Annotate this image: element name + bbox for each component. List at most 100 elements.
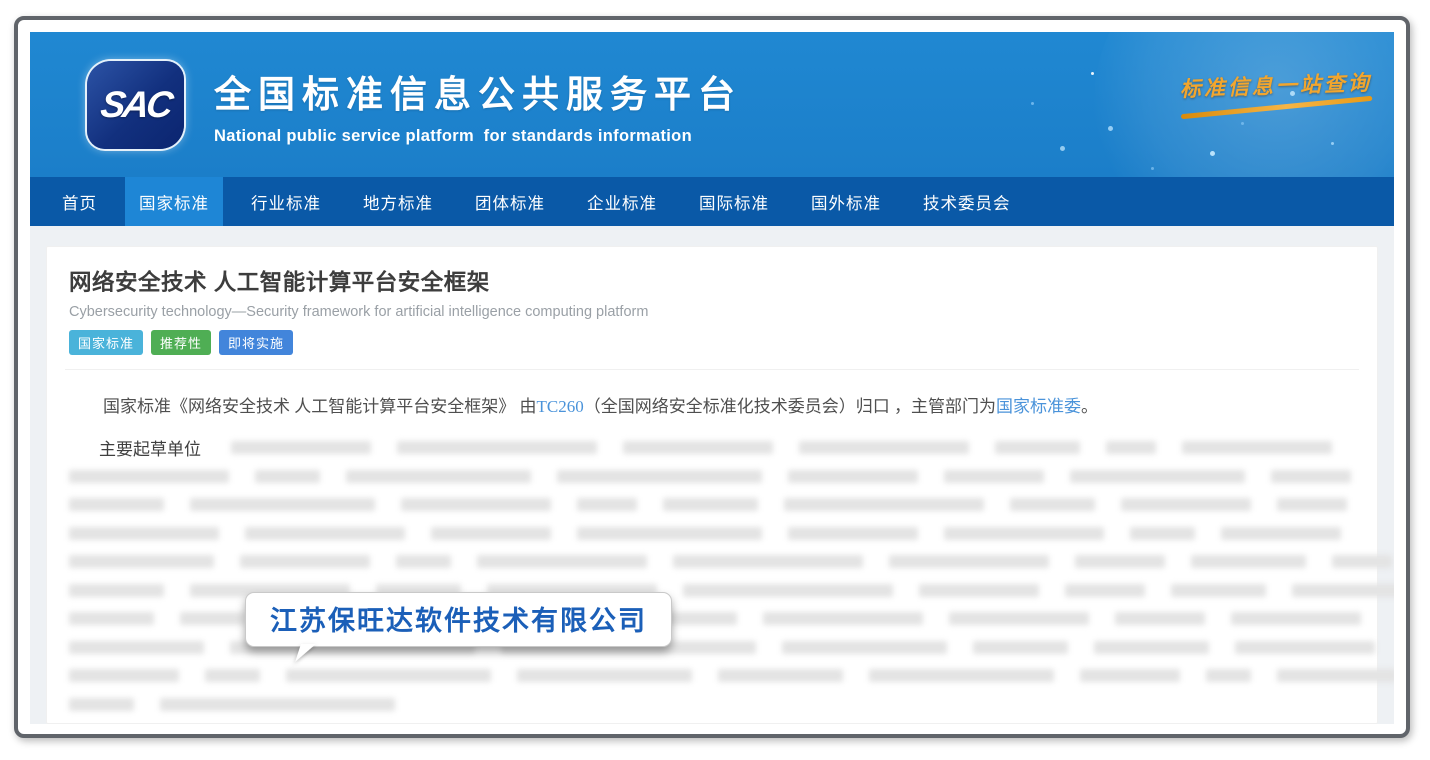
redacted-text-block <box>69 641 204 654</box>
page-background: 网络安全技术 人工智能计算平台安全框架 Cybersecurity techno… <box>30 226 1394 724</box>
redacted-text-block <box>788 527 918 540</box>
redacted-text-block <box>69 669 179 682</box>
nav-item-国际标准[interactable]: 国际标准 <box>685 177 783 226</box>
drafters-row <box>69 462 1355 491</box>
drafters-row <box>69 690 1355 719</box>
redacted-text-block <box>869 669 1054 682</box>
badges: 国家标准推荐性即将实施 <box>69 330 1355 355</box>
redacted-text-block <box>190 498 375 511</box>
redacted-text-block <box>1130 527 1195 540</box>
redacted-text-block <box>949 612 1089 625</box>
redacted-text-block <box>240 555 370 568</box>
redacted-text-block <box>623 441 773 454</box>
redacted-text-block <box>69 527 219 540</box>
redacted-text-block <box>286 669 491 682</box>
redacted-text-block <box>718 669 843 682</box>
nav-item-国家标准[interactable]: 国家标准 <box>125 177 223 226</box>
divider <box>65 369 1359 370</box>
redacted-text-block <box>1171 584 1266 597</box>
redacted-text-block <box>69 698 134 711</box>
redacted-text-block <box>1206 669 1251 682</box>
redacted-text-block <box>1271 470 1351 483</box>
redacted-text-block <box>799 441 969 454</box>
redacted-text-block <box>788 470 918 483</box>
redacted-text-block <box>1277 669 1394 682</box>
drafters-row: 主要起草单位 <box>69 434 1355 463</box>
authority-link[interactable]: 国家标准委 <box>996 397 1081 416</box>
main-nav: 首页国家标准行业标准地方标准团体标准企业标准国际标准国外标准技术委员会 <box>30 177 1394 226</box>
redacted-text-block <box>160 698 395 711</box>
summary-text: （全国网络安全标准化技术委员会）归口 ，主管部门为 <box>584 397 996 416</box>
redacted-text-block <box>944 470 1044 483</box>
redacted-text-block <box>431 527 551 540</box>
redacted-text-block <box>69 584 164 597</box>
summary-text: 国家标准《网络安全技术 人工智能计算平台安全框架》 由 <box>103 397 537 416</box>
redacted-text-block <box>1075 555 1165 568</box>
redacted-text-block <box>1080 669 1180 682</box>
redacted-text-block <box>396 555 451 568</box>
nav-item-行业标准[interactable]: 行业标准 <box>237 177 335 226</box>
redacted-text-block <box>1182 441 1332 454</box>
redacted-text-block <box>995 441 1080 454</box>
redacted-text-block <box>1221 527 1341 540</box>
content-panel: 网络安全技术 人工智能计算平台安全框架 Cybersecurity techno… <box>46 246 1378 724</box>
sac-logo[interactable]: SAC <box>87 61 184 149</box>
redacted-text-block <box>1106 441 1156 454</box>
nav-item-首页[interactable]: 首页 <box>48 177 111 226</box>
status-badge: 即将实施 <box>219 330 293 355</box>
summary-text: 。 <box>1081 397 1098 416</box>
nav-item-国外标准[interactable]: 国外标准 <box>797 177 895 226</box>
redacted-text-block <box>673 555 863 568</box>
redacted-text-block <box>973 641 1068 654</box>
drafters-row <box>69 519 1355 548</box>
browser-page-frame: SAC 全国标准信息公共服务平台 National public service… <box>14 16 1410 738</box>
drafters-section: 主要起草单位 <box>69 434 1355 719</box>
tc260-link[interactable]: TC260 <box>537 397 584 416</box>
sparkle-dots-decoration <box>1091 72 1094 75</box>
redacted-text-block <box>401 498 551 511</box>
standard-title: 网络安全技术 人工智能计算平台安全框架 <box>69 265 1355 297</box>
redacted-text-block <box>1231 612 1361 625</box>
redacted-text-block <box>1115 612 1205 625</box>
nav-item-技术委员会[interactable]: 技术委员会 <box>909 177 1025 226</box>
redacted-text-block <box>346 470 531 483</box>
standard-summary: 国家标准《网络安全技术 人工智能计算平台安全框架》 由TC260（全国网络安全标… <box>69 394 1355 420</box>
redacted-text-block <box>784 498 984 511</box>
redacted-text-block <box>683 584 893 597</box>
redacted-text-block <box>69 498 164 511</box>
drafters-row <box>69 491 1355 520</box>
redacted-text-block <box>1065 584 1145 597</box>
redacted-text-block <box>1094 641 1209 654</box>
redacted-text-block <box>69 470 229 483</box>
redacted-text-block <box>577 527 762 540</box>
company-callout-text: 江苏保旺达软件技术有限公司 <box>270 606 647 636</box>
redacted-text-block <box>1191 555 1306 568</box>
redacted-text-block <box>889 555 1049 568</box>
status-badge: 国家标准 <box>69 330 143 355</box>
redacted-text-block <box>477 555 647 568</box>
nav-item-企业标准[interactable]: 企业标准 <box>573 177 671 226</box>
standard-title-en: Cybersecurity technology—Security framew… <box>69 304 1355 320</box>
nav-item-地方标准[interactable]: 地方标准 <box>349 177 447 226</box>
redacted-text-block <box>1277 498 1347 511</box>
drafters-label: 主要起草单位 <box>69 435 201 460</box>
redacted-text-block <box>180 612 245 625</box>
redacted-text-block <box>69 612 154 625</box>
redacted-text-block <box>1010 498 1095 511</box>
slogan: 标准信息一站查询 <box>1179 67 1372 114</box>
redacted-text-block <box>245 527 405 540</box>
sac-logo-text: SAC <box>98 84 173 126</box>
status-badge: 推荐性 <box>151 330 211 355</box>
redacted-text-block <box>1121 498 1251 511</box>
redacted-text-block <box>577 498 637 511</box>
redacted-text-block <box>69 555 214 568</box>
drafters-row <box>69 548 1355 577</box>
redacted-text-block <box>663 498 758 511</box>
nav-item-团体标准[interactable]: 团体标准 <box>461 177 559 226</box>
redacted-text-block <box>231 441 371 454</box>
redacted-text-block <box>763 612 923 625</box>
site-titles: 全国标准信息公共服务平台 National public service pla… <box>214 64 742 146</box>
drafters-row <box>69 662 1355 691</box>
redacted-text-block <box>397 441 597 454</box>
redacted-text-block <box>205 669 260 682</box>
